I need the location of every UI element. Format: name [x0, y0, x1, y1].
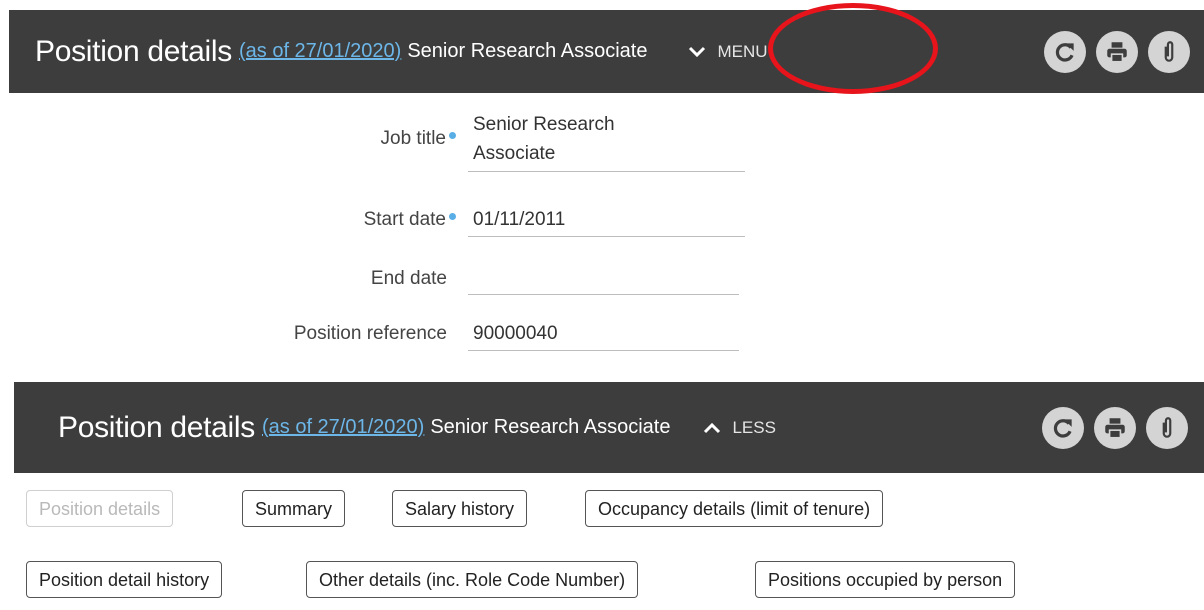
end-date-field[interactable] [468, 264, 739, 295]
position-header-expanded: Position details (as of 27/01/2020) Seni… [14, 382, 1204, 473]
chevron-down-icon [689, 46, 706, 57]
refresh-button[interactable] [1042, 406, 1084, 449]
position-header-collapsed: Position details (as of 27/01/2020) Seni… [9, 10, 1204, 93]
attachment-button[interactable] [1146, 406, 1188, 449]
required-indicator [449, 132, 456, 139]
page-title: Position details [58, 410, 255, 444]
refresh-icon [1055, 42, 1074, 62]
end-date-label: End date [370, 268, 447, 289]
required-indicator [449, 213, 456, 220]
tab-position-detail-history[interactable]: Position detail history [26, 561, 223, 598]
tab-summary[interactable]: Summary [242, 490, 346, 527]
tab-occupancy-details[interactable]: Occupancy details (limit of tenure) [585, 490, 884, 527]
attachment-button[interactable] [1148, 30, 1190, 73]
print-button[interactable] [1096, 30, 1138, 73]
position-subtitle: Senior Research Associate [407, 40, 648, 62]
menu-label: MENU [717, 41, 768, 61]
as-of-date-link[interactable]: (as of 27/01/2020) [239, 40, 401, 63]
tab-position-details: Position details [26, 490, 174, 527]
print-icon [1107, 41, 1127, 63]
attachment-icon [1162, 416, 1172, 438]
job-title-line2: Associate [473, 143, 556, 164]
page-title: Position details [35, 34, 232, 68]
less-label: LESS [732, 417, 776, 437]
chevron-up-icon [704, 422, 721, 433]
job-title-label: Job title [381, 128, 456, 150]
start-date-field[interactable]: 01/11/2011 [468, 205, 745, 237]
tab-positions-occupied[interactable]: Positions occupied by person [755, 561, 1016, 598]
as-of-date-link[interactable]: (as of 27/01/2020) [262, 416, 424, 439]
print-button[interactable] [1094, 406, 1136, 449]
refresh-button[interactable] [1044, 30, 1086, 73]
print-icon [1105, 417, 1125, 439]
attachment-icon [1164, 40, 1174, 62]
tab-salary-history[interactable]: Salary history [392, 490, 528, 527]
job-title-field[interactable]: Senior Research Associate [468, 110, 745, 172]
tab-other-details[interactable]: Other details (inc. Role Code Number) [306, 561, 639, 598]
job-title-line1: Senior Research [473, 114, 615, 135]
start-date-label: Start date [364, 209, 456, 231]
refresh-icon [1053, 418, 1072, 438]
position-reference-field[interactable]: 90000040 [468, 319, 739, 351]
position-subtitle: Senior Research Associate [430, 416, 671, 438]
less-toggle-button[interactable]: LESS [702, 417, 776, 438]
position-reference-label: Position reference [293, 323, 447, 344]
menu-toggle-button[interactable]: MENU [687, 41, 768, 62]
